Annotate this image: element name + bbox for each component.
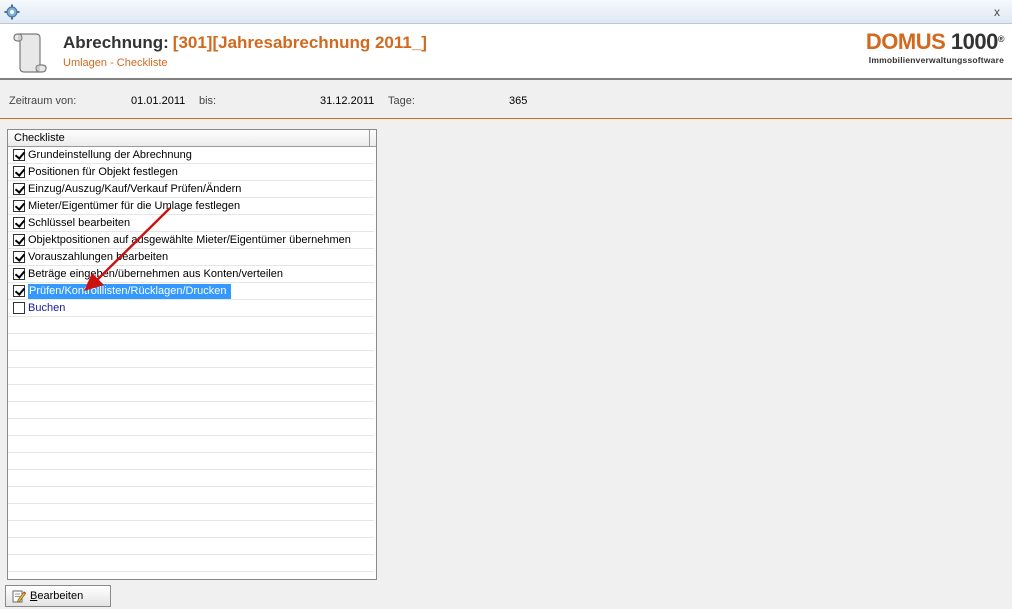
- edit-button[interactable]: Bearbeiten: [5, 585, 111, 607]
- checkbox[interactable]: [13, 149, 25, 161]
- empty-row: [8, 521, 374, 538]
- checkbox[interactable]: [13, 268, 25, 280]
- period-to-label: bis:: [199, 95, 217, 107]
- page-header: Abrechnung: [301][Jahresabrechnung 2011_]…: [0, 24, 1012, 80]
- checklist-item[interactable]: Buchen: [8, 300, 374, 317]
- checkbox[interactable]: [13, 251, 25, 263]
- checklist-item-label: Grundeinstellung der Abrechnung: [28, 149, 192, 161]
- empty-row: [8, 368, 374, 385]
- page-subtitle: Umlagen - Checkliste: [63, 57, 168, 69]
- scroll-document-icon: [13, 33, 47, 73]
- checkbox[interactable]: [13, 183, 25, 195]
- period-days-label: Tage:: [388, 95, 415, 107]
- window-titlebar: x: [0, 0, 1012, 24]
- page-title-main: Abrechnung:: [63, 33, 169, 52]
- list-right-edge: [376, 147, 377, 580]
- checklist-item-label: Einzug/Auszug/Kauf/Verkauf Prüfen/Ändern: [28, 183, 242, 195]
- empty-row: [8, 555, 374, 572]
- checkbox[interactable]: [13, 285, 25, 297]
- checklist-item[interactable]: Grundeinstellung der Abrechnung: [8, 147, 374, 164]
- period-from-label: Zeitraum von:: [9, 95, 77, 107]
- checklist-item-label: Vorauszahlungen bearbeiten: [28, 251, 169, 263]
- checkbox[interactable]: [13, 302, 25, 314]
- checkbox[interactable]: [13, 200, 25, 212]
- checkbox[interactable]: [13, 166, 25, 178]
- checklist-column-header[interactable]: Checkliste: [8, 130, 376, 147]
- checkbox[interactable]: [13, 217, 25, 229]
- checklist-item[interactable]: Mieter/Eigentümer für die Umlage festleg…: [8, 198, 374, 215]
- empty-row: [8, 487, 374, 504]
- checklist-header-label: Checkliste: [14, 132, 65, 144]
- empty-row: [8, 317, 374, 334]
- logo-tagline: Immobilienverwaltungssoftware: [868, 55, 1004, 65]
- page-title-accent: [301][Jahresabrechnung 2011_]: [172, 33, 427, 52]
- empty-row: [8, 504, 374, 521]
- checklist-item[interactable]: Objektpositionen auf ausgewählte Mieter/…: [8, 232, 374, 249]
- empty-row: [8, 436, 374, 453]
- period-to-value: 31.12.2011: [320, 95, 375, 107]
- app-gear-icon: [4, 4, 20, 20]
- checklist-item[interactable]: Positionen für Objekt festlegen: [8, 164, 374, 181]
- logo-registered-mark: ®: [997, 34, 1005, 44]
- checklist-item-label: Prüfen/Kontrolllisten/Rücklagen/Drucken: [28, 284, 231, 299]
- checklist-item[interactable]: Beträge eingeben/übernehmen aus Konten/v…: [8, 266, 374, 283]
- page-title: Abrechnung: [301][Jahresabrechnung 2011_]: [63, 33, 427, 53]
- checklist-item-label: Buchen: [28, 302, 66, 314]
- empty-row: [8, 538, 374, 555]
- logo-number: 1000: [950, 29, 998, 54]
- pencil-edit-icon: [12, 590, 26, 603]
- checkbox[interactable]: [13, 234, 25, 246]
- checklist-item-label: Beträge eingeben/übernehmen aus Konten/v…: [28, 268, 284, 280]
- empty-row: [8, 351, 374, 368]
- checklist-rows: Grundeinstellung der Abrechnung Positione…: [8, 147, 376, 572]
- checklist-item-label: Positionen für Objekt festlegen: [28, 166, 178, 178]
- checklist-item-label: Schlüssel bearbeiten: [28, 217, 131, 229]
- checklist-item[interactable]: Vorauszahlungen bearbeiten: [8, 249, 374, 266]
- close-button[interactable]: x: [994, 5, 1000, 19]
- period-from-value: 01.01.2011: [131, 95, 186, 107]
- empty-row: [8, 419, 374, 436]
- period-days-value: 365: [509, 95, 528, 107]
- checklist-item[interactable]: Prüfen/Kontrolllisten/Rücklagen/Drucken: [8, 283, 374, 300]
- column-divider: [369, 130, 370, 146]
- empty-row: [8, 385, 374, 402]
- checklist-item-label: Mieter/Eigentümer für die Umlage festleg…: [28, 200, 241, 212]
- checklist-item-label: Objektpositionen auf ausgewählte Mieter/…: [28, 234, 351, 246]
- period-bar: Zeitraum von: 01.01.2011 bis: 31.12.2011…: [0, 82, 1012, 119]
- logo-brand: DOMUS: [865, 29, 946, 54]
- empty-row: [8, 453, 374, 470]
- brand-logo: DOMUS 1000® Immobilienverwaltungssoftwar…: [865, 29, 1005, 66]
- empty-row: [8, 470, 374, 487]
- checklist-item[interactable]: Einzug/Auszug/Kauf/Verkauf Prüfen/Ändern: [8, 181, 374, 198]
- checklist-item[interactable]: Schlüssel bearbeiten: [8, 215, 374, 232]
- empty-row: [8, 334, 374, 351]
- edit-button-label: earbeiten: [37, 590, 84, 602]
- checklist-panel: Checkliste Grundeinstellung der Abrechnu…: [7, 129, 377, 580]
- empty-row: [8, 402, 374, 419]
